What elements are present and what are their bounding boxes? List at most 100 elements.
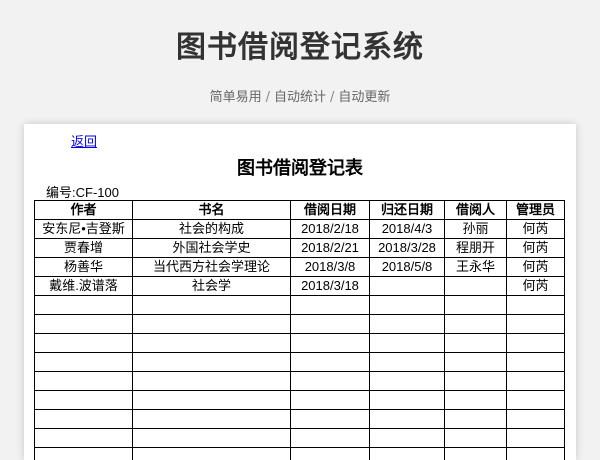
table-cell[interactable]: 2018/4/3	[369, 219, 445, 239]
table-cell[interactable]	[369, 447, 445, 460]
table-row: 戴维.波谱落 社会学 2018/3/18 何芮	[34, 276, 565, 296]
table-cell[interactable]: 当代西方社会学理论	[132, 257, 291, 277]
table-cell[interactable]	[34, 447, 133, 460]
table-cell[interactable]	[132, 447, 291, 460]
table-cell[interactable]	[132, 295, 291, 315]
table-cell[interactable]: 何芮	[506, 219, 565, 239]
table-cell[interactable]	[506, 295, 565, 315]
table-cell[interactable]: 程朋开	[444, 238, 507, 258]
table-cell[interactable]	[290, 352, 370, 372]
tagline-separator: /	[265, 90, 270, 105]
table-cell[interactable]: 贾春增	[34, 238, 133, 258]
table-cell[interactable]	[34, 295, 133, 315]
table-cell[interactable]	[369, 428, 445, 448]
table-cell[interactable]	[444, 447, 507, 460]
table-cell[interactable]	[506, 333, 565, 353]
table-cell[interactable]	[290, 371, 370, 391]
table-cell[interactable]: 社会学	[132, 276, 291, 296]
table-cell[interactable]	[369, 352, 445, 372]
tagline-item: 简单易用	[209, 90, 262, 105]
table-row	[34, 371, 565, 391]
table-cell[interactable]	[444, 352, 507, 372]
table-cell[interactable]	[506, 371, 565, 391]
table-cell[interactable]	[290, 333, 370, 353]
table-cell[interactable]	[132, 428, 291, 448]
spreadsheet-preview: 返回 图书借阅登记表 编号:CF-100 作者 书名 借阅日期 归还日期 借阅人 管理员 …	[24, 124, 576, 460]
table-cell[interactable]	[290, 447, 370, 460]
table-cell[interactable]: 何芮	[506, 276, 565, 296]
table-cell[interactable]	[444, 390, 507, 410]
table-cell[interactable]	[369, 390, 445, 410]
table-cell[interactable]	[444, 428, 507, 448]
table-cell[interactable]	[506, 428, 565, 448]
table-cell[interactable]: 杨善华	[34, 257, 133, 277]
table-cell[interactable]: 2018/3/28	[369, 238, 445, 258]
table-cell[interactable]	[34, 314, 133, 334]
table-cell[interactable]	[444, 295, 507, 315]
table-header-row: 作者 书名 借阅日期 归还日期 借阅人 管理员	[34, 200, 565, 220]
table-cell[interactable]	[290, 409, 370, 429]
table-cell[interactable]	[290, 428, 370, 448]
tagline: 简单易用 / 自动统计 / 自动更新	[0, 86, 600, 105]
table-cell[interactable]	[444, 333, 507, 353]
table-cell[interactable]	[506, 447, 565, 460]
table-cell[interactable]: 2018/3/8	[290, 257, 370, 277]
tagline-item: 自动统计	[273, 90, 326, 105]
table-cell[interactable]: 外国社会学史	[132, 238, 291, 258]
table-cell[interactable]	[132, 409, 291, 429]
table-cell[interactable]	[34, 333, 133, 353]
column-header: 借阅人	[444, 200, 507, 220]
table-cell[interactable]	[290, 390, 370, 410]
table-cell[interactable]: 何芮	[506, 238, 565, 258]
table-cell[interactable]	[506, 314, 565, 334]
table-cell[interactable]: 社会的构成	[132, 219, 291, 239]
table-cell[interactable]: 何芮	[506, 257, 565, 277]
back-link[interactable]: 返回	[71, 131, 97, 150]
table-cell[interactable]	[369, 276, 445, 296]
tagline-separator: /	[330, 90, 335, 105]
table-cell[interactable]	[444, 314, 507, 334]
table-cell[interactable]	[506, 352, 565, 372]
table-cell[interactable]	[369, 295, 445, 315]
table-row	[34, 428, 565, 448]
table-cell[interactable]	[369, 314, 445, 334]
table-cell[interactable]	[444, 276, 507, 296]
column-header: 归还日期	[369, 200, 445, 220]
table-cell[interactable]	[132, 371, 291, 391]
table-cell[interactable]	[369, 333, 445, 353]
table-cell[interactable]: 2018/2/18	[290, 219, 370, 239]
table-cell[interactable]: 孙丽	[444, 219, 507, 239]
table-cell[interactable]	[34, 409, 133, 429]
table-cell[interactable]	[369, 371, 445, 391]
table-cell[interactable]	[132, 314, 291, 334]
table-cell[interactable]: 2018/2/21	[290, 238, 370, 258]
table-cell[interactable]	[132, 390, 291, 410]
table-cell[interactable]	[132, 333, 291, 353]
table-cell[interactable]	[132, 352, 291, 372]
table-row	[34, 409, 565, 429]
table-cell[interactable]: 安东尼•吉登斯	[34, 219, 133, 239]
column-header: 作者	[34, 200, 133, 220]
table-cell[interactable]: 2018/3/18	[290, 276, 370, 296]
table-row	[34, 390, 565, 410]
table-cell[interactable]	[444, 371, 507, 391]
column-header: 书名	[132, 200, 291, 220]
table-row	[34, 333, 565, 353]
table-row	[34, 447, 565, 460]
table-cell[interactable]: 王永华	[444, 257, 507, 277]
table-cell[interactable]	[444, 409, 507, 429]
table-cell[interactable]	[290, 314, 370, 334]
table-row: 杨善华 当代西方社会学理论 2018/3/8 2018/5/8 王永华 何芮	[34, 257, 565, 277]
table-cell[interactable]: 2018/5/8	[369, 257, 445, 277]
table-cell[interactable]	[290, 295, 370, 315]
table-cell[interactable]	[369, 409, 445, 429]
table-row: 安东尼•吉登斯 社会的构成 2018/2/18 2018/4/3 孙丽 何芮	[34, 219, 565, 239]
table-cell[interactable]	[34, 390, 133, 410]
table-cell[interactable]	[506, 409, 565, 429]
table-cell[interactable]: 戴维.波谱落	[34, 276, 133, 296]
table-cell[interactable]	[34, 352, 133, 372]
table-cell[interactable]	[34, 428, 133, 448]
tagline-item: 自动更新	[338, 90, 391, 105]
table-cell[interactable]	[506, 390, 565, 410]
table-cell[interactable]	[34, 371, 133, 391]
